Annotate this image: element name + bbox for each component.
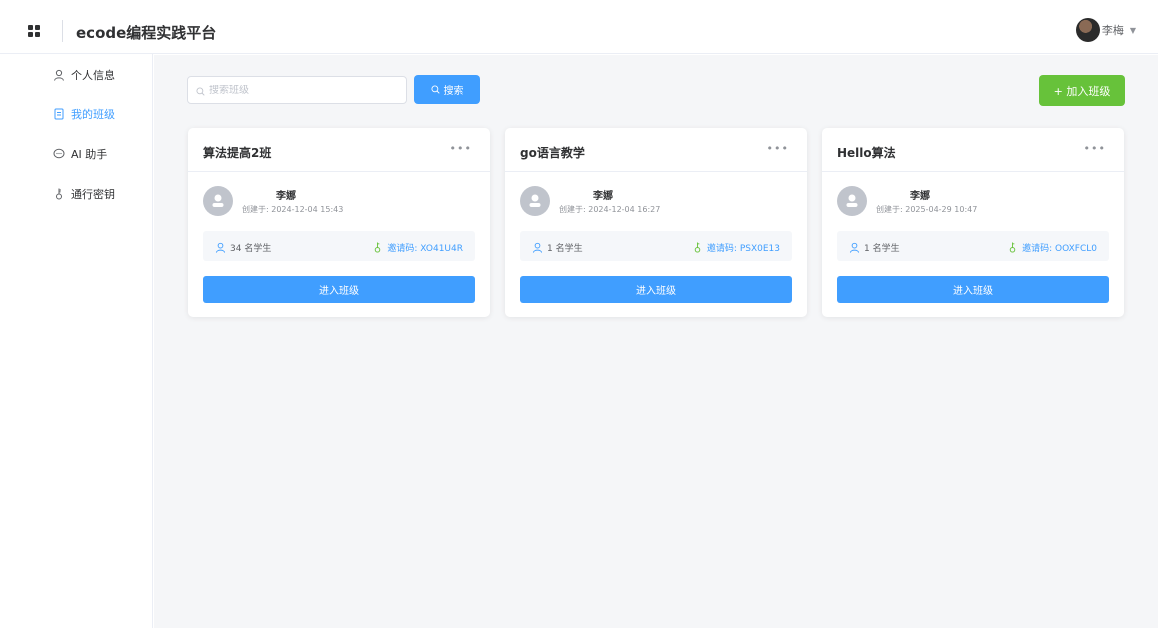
search-button[interactable]: 搜索 [414, 75, 480, 104]
sidebar-item-my-classes[interactable]: 我的班级 [52, 105, 115, 123]
student-count: 1 名学生 [532, 241, 583, 254]
search-box[interactable] [187, 76, 407, 104]
user-icon [849, 242, 860, 253]
invite-code-label: 邀请码: PSX0E13 [706, 244, 780, 254]
class-name: go语言教学 [520, 146, 585, 160]
card-header: 算法提高2班 ••• [188, 128, 490, 172]
user-icon [52, 68, 66, 82]
user-icon [215, 242, 226, 253]
search-input[interactable] [209, 84, 389, 96]
class-card: go语言教学 ••• 李娜 创建于: 2024-12-04 16:27 1 名学… [505, 128, 807, 317]
class-card: 算法提高2班 ••• 李娜 创建于: 2024-12-04 15:43 34 名… [188, 128, 490, 317]
sidebar-item-label: 通行密钥 [71, 188, 115, 201]
class-name: 算法提高2班 [203, 146, 272, 160]
user-menu[interactable]: 李梅 ▼ [1075, 17, 1136, 43]
key-icon [1007, 242, 1018, 253]
more-options-icon[interactable]: ••• [767, 142, 789, 155]
more-options-icon[interactable]: ••• [450, 142, 472, 155]
sidebar-item-label: 个人信息 [71, 69, 115, 82]
search-icon [196, 81, 205, 100]
caret-down-icon[interactable]: ▼ [1130, 26, 1136, 35]
join-class-button[interactable]: + 加入班级 [1039, 75, 1125, 106]
user-name[interactable]: 李梅 [1102, 22, 1124, 38]
more-options-icon[interactable]: ••• [1084, 142, 1106, 155]
created-time: 创建于: 2025-04-29 10:47 [876, 205, 978, 214]
student-count-label: 1 名学生 [547, 244, 583, 254]
invite-code[interactable]: 邀请码: OOXFCL0 [1007, 241, 1097, 254]
app-title: ecode编程实践平台 [76, 24, 217, 42]
user-icon [532, 242, 543, 253]
invite-code-label: 邀请码: XO41U4R [387, 244, 463, 254]
teacher-name: 李娜 [910, 191, 930, 202]
teacher-name: 李娜 [276, 191, 296, 202]
created-time: 创建于: 2024-12-04 15:43 [242, 205, 344, 214]
sidebar: 个人信息 我的班级 AI 助手 通行密钥 [0, 54, 153, 628]
sidebar-item-label: 我的班级 [71, 108, 115, 121]
student-count: 34 名学生 [215, 241, 271, 254]
class-info-bar: 1 名学生 邀请码: OOXFCL0 [837, 231, 1109, 261]
key-icon [692, 242, 703, 253]
sidebar-item-passkey[interactable]: 通行密钥 [52, 185, 115, 203]
teacher-avatar [203, 186, 233, 216]
sidebar-item-label: AI 助手 [71, 148, 108, 161]
card-header: go语言教学 ••• [505, 128, 807, 172]
main-content: 搜索 + 加入班级 算法提高2班 ••• 李娜 创建于: 2024-12-04 … [154, 55, 1158, 628]
search-button-label: 搜索 [443, 86, 464, 97]
class-card: Hello算法 ••• 李娜 创建于: 2025-04-29 10:47 1 名… [822, 128, 1124, 317]
top-bar: ecode编程实践平台 李梅 ▼ [0, 0, 1158, 54]
teacher-name: 李娜 [593, 191, 613, 202]
enter-class-button[interactable]: 进入班级 [520, 276, 792, 303]
key-icon [372, 242, 383, 253]
class-name: Hello算法 [837, 146, 896, 160]
student-count-label: 34 名学生 [230, 244, 272, 254]
created-time: 创建于: 2024-12-04 16:27 [559, 205, 661, 214]
enter-class-button[interactable]: 进入班级 [837, 276, 1109, 303]
student-count-label: 1 名学生 [864, 244, 900, 254]
sidebar-item-ai-assistant[interactable]: AI 助手 [52, 145, 107, 163]
teacher-avatar [520, 186, 550, 216]
chat-bubble-icon [52, 147, 66, 161]
key-icon [52, 187, 66, 201]
invite-code[interactable]: 邀请码: XO41U4R [372, 241, 463, 254]
sidebar-item-profile[interactable]: 个人信息 [52, 66, 115, 84]
user-avatar[interactable] [1075, 18, 1100, 42]
card-header: Hello算法 ••• [822, 128, 1124, 172]
student-count: 1 名学生 [849, 241, 900, 254]
enter-class-button[interactable]: 进入班级 [203, 276, 475, 303]
document-icon [52, 107, 66, 121]
teacher-avatar [837, 186, 867, 216]
divider [62, 20, 63, 42]
invite-code[interactable]: 邀请码: PSX0E13 [692, 241, 780, 254]
search-icon [430, 85, 440, 94]
class-info-bar: 34 名学生 邀请码: XO41U4R [203, 231, 475, 261]
class-info-bar: 1 名学生 邀请码: PSX0E13 [520, 231, 792, 261]
apps-grid-icon[interactable] [28, 25, 40, 37]
invite-code-label: 邀请码: OOXFCL0 [1022, 244, 1097, 254]
